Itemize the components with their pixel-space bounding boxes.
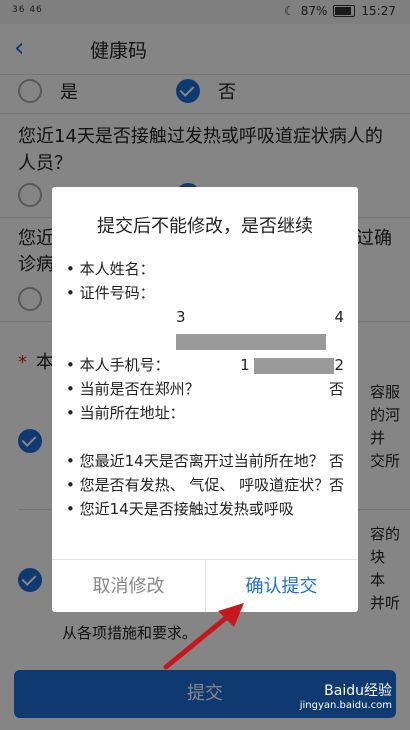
watermark-brand: Baidu经验	[324, 683, 392, 699]
summary-value: 否	[328, 476, 344, 494]
summary-row-contact: • 您近14天是否接触过发热或呼吸	[66, 497, 344, 521]
summary-label: • 证件号码：	[66, 284, 155, 302]
summary-row-address: • 当前所在地址：	[66, 401, 344, 425]
summary-row-id: • 证件号码：	[66, 281, 344, 305]
phone-prefix: 1	[240, 356, 250, 374]
summary-label: • 您是否有发热、 气促、 呼吸道症状？	[66, 476, 330, 494]
confirm-dialog: 提交后不能修改，是否继续 • 本人姓名： • 证件号码： 3 4 • 本人手机号…	[52, 187, 358, 612]
summary-label: • 本人姓名：	[66, 260, 155, 278]
summary-row-name: • 本人姓名：	[66, 257, 344, 281]
dialog-summary[interactable]: • 本人姓名： • 证件号码： 3 4 • 本人手机号： 1 2 • 当前是否在…	[66, 257, 344, 547]
summary-label: • 当前是否在郑州？	[66, 380, 200, 398]
redacted-id	[176, 333, 326, 350]
summary-label: • 您最近14天是否离开过当前所在地？	[66, 452, 324, 470]
summary-label: • 您近14天是否接触过发热或呼吸	[66, 500, 294, 518]
summary-row-id-value: 3 4	[66, 305, 344, 353]
phone-suffix: 2	[334, 356, 344, 374]
summary-row-symptoms: • 您是否有发热、 气促、 呼吸道症状？ 否	[66, 473, 344, 497]
summary-label: • 当前所在地址：	[66, 404, 185, 422]
summary-value: 否	[328, 380, 344, 398]
watermark-url: jingyan.baidu.com	[299, 700, 392, 711]
summary-row-phone: • 本人手机号： 1 2	[66, 353, 344, 377]
dialog-title: 提交后不能修改，是否继续	[97, 216, 313, 237]
summary-row-zhengzhou: • 当前是否在郑州？ 否	[66, 377, 344, 401]
summary-row-left-area: • 您最近14天是否离开过当前所在地？ 否	[66, 449, 344, 473]
annotation-arrow-icon	[163, 603, 244, 670]
summary-value: 否	[328, 452, 344, 470]
id-prefix: 3	[176, 308, 186, 326]
summary-label: • 本人手机号：	[66, 356, 170, 374]
watermark: Baidu经验 jingyan.baidu.com	[300, 680, 392, 711]
redacted-phone	[254, 357, 335, 374]
id-suffix: 4	[334, 308, 344, 326]
